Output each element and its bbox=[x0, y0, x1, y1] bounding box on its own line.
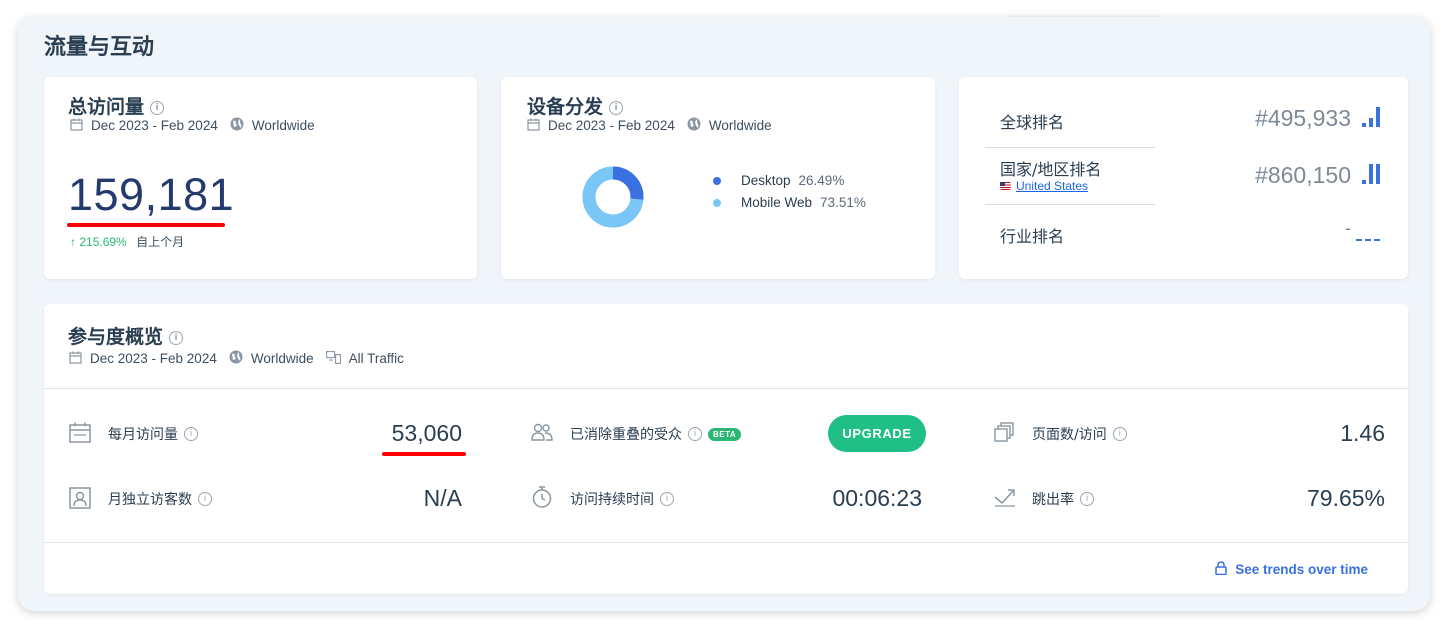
device-distribution-card: 设备分发 i Dec 2023 - Feb 2024 Worldwide Desk… bbox=[501, 77, 935, 279]
change-percent: 215.69% bbox=[79, 235, 127, 249]
globe-icon bbox=[687, 117, 701, 134]
divider bbox=[985, 204, 1155, 205]
info-icon[interactable]: i bbox=[660, 492, 674, 506]
divider bbox=[44, 542, 1408, 543]
info-icon[interactable]: i bbox=[198, 492, 212, 506]
red-underline bbox=[67, 223, 225, 227]
globe-icon bbox=[229, 350, 243, 367]
info-icon[interactable]: i bbox=[169, 330, 184, 345]
country-rank-value: #860,150 bbox=[1255, 162, 1351, 188]
device-donut-chart bbox=[582, 166, 644, 228]
industry-rank-label: 行业排名 bbox=[1000, 227, 1065, 246]
dedup-audience-label: 已消除重叠的受众 i BETA bbox=[570, 424, 742, 444]
legend-dot-desktop bbox=[713, 176, 721, 185]
info-icon[interactable]: i bbox=[1080, 492, 1094, 506]
stopwatch-icon bbox=[531, 486, 553, 513]
total-visits-title: 总访问量 i bbox=[68, 92, 165, 119]
unique-visitors-label-text: 月独立访客数 bbox=[108, 492, 192, 508]
device-meta: Dec 2023 - Feb 2024 Worldwide bbox=[527, 117, 772, 134]
pages-per-visit-label-text: 页面数/访问 bbox=[1032, 427, 1107, 443]
engagement-meta: Dec 2023 - Feb 2024 Worldwide All Traffi… bbox=[69, 350, 404, 367]
divider bbox=[44, 388, 1408, 389]
beta-badge: BETA bbox=[708, 427, 742, 441]
traffic-source-icon bbox=[325, 350, 341, 367]
info-icon[interactable]: i bbox=[184, 427, 198, 441]
pages-per-visit-value: 1.46 bbox=[1340, 420, 1385, 446]
change-indicator: ↑ 215.69% 自上个月 bbox=[70, 233, 184, 250]
date-range: Dec 2023 - Feb 2024 bbox=[91, 118, 218, 133]
info-icon[interactable]: i bbox=[688, 427, 702, 441]
users-icon bbox=[531, 423, 553, 446]
calendar-icon bbox=[69, 422, 91, 448]
global-rank-bars-icon bbox=[1362, 107, 1380, 127]
legend-pct: 73.51% bbox=[820, 195, 866, 210]
unique-visitors-label: 月独立访客数 i bbox=[108, 489, 212, 509]
monthly-visits-label-text: 每月访问量 bbox=[108, 427, 178, 443]
country-rank-bars-icon bbox=[1362, 164, 1380, 184]
pages-icon bbox=[994, 422, 1014, 447]
unique-visitors-value: N/A bbox=[423, 485, 462, 511]
see-trends-text[interactable]: See trends over time bbox=[1235, 562, 1368, 577]
legend-dot-mobile bbox=[713, 198, 721, 207]
info-icon[interactable]: i bbox=[609, 100, 624, 115]
calendar-icon bbox=[527, 118, 540, 134]
monthly-visits-label: 每月访问量 i bbox=[108, 424, 198, 444]
region: Worldwide bbox=[708, 118, 772, 133]
contact-card-icon bbox=[69, 487, 91, 514]
dedup-audience-label-text: 已消除重叠的受众 bbox=[570, 427, 682, 443]
engagement-title-text: 参与度概览 bbox=[68, 326, 164, 348]
legend-name: Desktop bbox=[741, 173, 791, 188]
traffic-type: All Traffic bbox=[348, 351, 404, 366]
lock-icon bbox=[1215, 561, 1227, 578]
global-rank-value: #495,933 bbox=[1255, 105, 1351, 131]
upgrade-button[interactable]: UPGRADE bbox=[828, 415, 926, 452]
device-title-text: 设备分发 bbox=[527, 96, 604, 118]
calendar-icon bbox=[70, 118, 83, 134]
region: Worldwide bbox=[250, 351, 314, 366]
calendar-icon bbox=[69, 351, 82, 367]
engagement-title: 参与度概览 i bbox=[68, 322, 184, 349]
section-title: 流量与互动 bbox=[44, 35, 155, 60]
bounce-rate-label-text: 跳出率 bbox=[1032, 492, 1074, 508]
legend-desktop: Desktop 26.49% bbox=[713, 173, 844, 188]
visit-duration-label-text: 访问持续时间 bbox=[570, 492, 654, 508]
engagement-card: 参与度概览 i Dec 2023 - Feb 2024 Worldwide All… bbox=[44, 304, 1408, 594]
total-visits-meta: Dec 2023 - Feb 2024 Worldwide bbox=[70, 117, 315, 134]
red-underline bbox=[382, 452, 466, 456]
us-flag-icon bbox=[1000, 182, 1011, 190]
pages-per-visit-label: 页面数/访问 i bbox=[1032, 424, 1127, 444]
industry-rank-value: - bbox=[1345, 218, 1351, 238]
legend-mobile: Mobile Web 73.51% bbox=[713, 195, 866, 210]
country-name[interactable]: United States bbox=[1016, 179, 1088, 193]
change-label: 自上个月 bbox=[136, 235, 185, 249]
total-visits-value: 159,181 bbox=[68, 169, 235, 220]
info-icon[interactable]: i bbox=[150, 100, 165, 115]
region: Worldwide bbox=[251, 118, 315, 133]
globe-icon bbox=[230, 117, 244, 134]
visit-duration-label: 访问持续时间 i bbox=[570, 489, 674, 509]
legend-name: Mobile Web bbox=[741, 195, 813, 210]
monthly-visits-value: 53,060 bbox=[391, 420, 462, 446]
bounce-rate-label: 跳出率 i bbox=[1032, 489, 1094, 509]
country-rank-label: 国家/地区排名 bbox=[1000, 160, 1102, 179]
rankings-card: 全球排名 #495,933 国家/地区排名 United States #860… bbox=[959, 77, 1408, 279]
total-visits-title-text: 总访问量 bbox=[68, 96, 145, 118]
date-range: Dec 2023 - Feb 2024 bbox=[90, 351, 217, 366]
total-visits-card: 总访问量 i Dec 2023 - Feb 2024 Worldwide 159,… bbox=[44, 77, 477, 279]
bounce-icon bbox=[994, 487, 1016, 512]
global-rank-label: 全球排名 bbox=[1000, 113, 1065, 132]
device-title: 设备分发 i bbox=[527, 92, 624, 119]
traffic-engagement-panel: 流量与互动 总访问量 i Dec 2023 - Feb 2024 Worldwid… bbox=[18, 17, 1430, 611]
see-trends-link[interactable]: See trends over time bbox=[1215, 561, 1368, 578]
industry-rank-bars-icon bbox=[1356, 239, 1380, 241]
divider bbox=[985, 147, 1155, 148]
info-icon[interactable]: i bbox=[1112, 427, 1127, 441]
date-range: Dec 2023 - Feb 2024 bbox=[548, 118, 675, 133]
legend-pct: 26.49% bbox=[798, 173, 845, 188]
country-link[interactable]: United States bbox=[1000, 179, 1088, 193]
bounce-rate-value: 79.65% bbox=[1306, 485, 1385, 511]
visit-duration-value: 00:06:23 bbox=[832, 485, 922, 511]
up-arrow-icon: ↑ bbox=[70, 235, 76, 249]
